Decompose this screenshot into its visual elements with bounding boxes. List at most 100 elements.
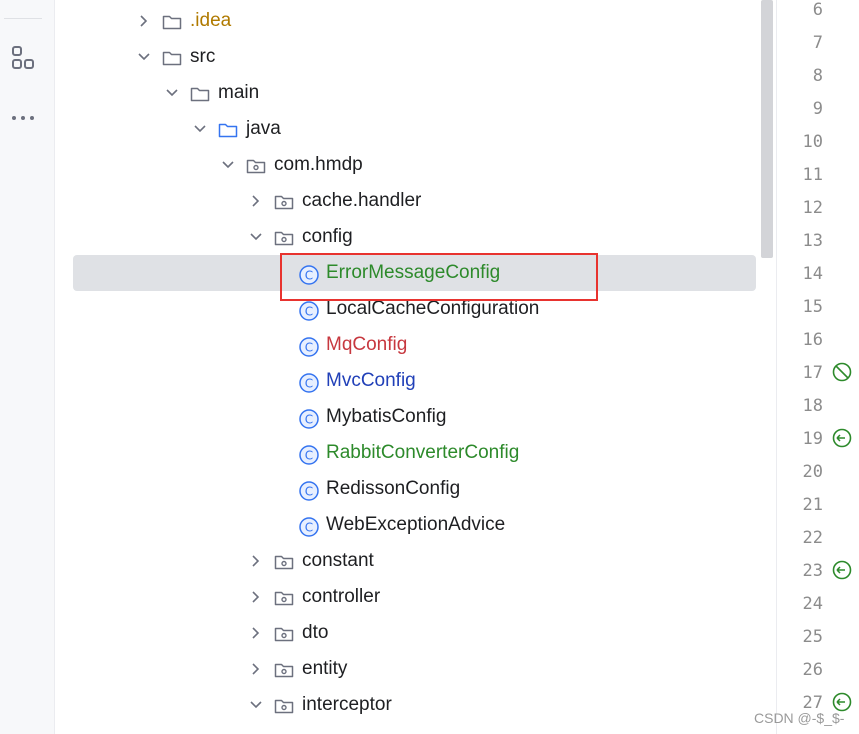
- tree-row-config[interactable]: config: [73, 219, 756, 255]
- line-number: 12: [802, 198, 823, 218]
- chevron-down-icon[interactable]: [249, 230, 263, 244]
- line-number: 14: [802, 264, 823, 284]
- no-bean-icon[interactable]: [831, 361, 853, 383]
- tree-row-entity[interactable]: entity: [73, 651, 756, 687]
- package-icon: [274, 624, 294, 644]
- tree-label: entity: [302, 658, 348, 679]
- line-number: 26: [802, 660, 823, 680]
- tree-label: MvcConfig: [326, 370, 416, 391]
- package-icon: [274, 552, 294, 572]
- folder-icon: [162, 12, 182, 32]
- package-icon: [274, 588, 294, 608]
- tree-label: java: [246, 118, 281, 139]
- tree-row-mqconfig[interactable]: C MqConfig: [73, 327, 756, 363]
- override-icon[interactable]: [831, 427, 853, 449]
- chevron-down-icon[interactable]: [165, 86, 179, 100]
- tree-row-constant[interactable]: constant: [73, 543, 756, 579]
- tree-label: LocalCacheConfiguration: [326, 298, 540, 319]
- tree-row-main[interactable]: main: [73, 75, 756, 111]
- line-number: 8: [812, 66, 823, 86]
- tree-row-java[interactable]: java: [73, 111, 756, 147]
- tree-label: RedissonConfig: [326, 478, 461, 499]
- chevron-down-icon[interactable]: [137, 50, 151, 64]
- class-icon: C: [298, 264, 319, 285]
- tree-row-idea[interactable]: .idea: [73, 3, 756, 39]
- folder-icon: [190, 84, 210, 104]
- structure-icon[interactable]: [10, 44, 38, 72]
- tree-row-interceptor[interactable]: interceptor: [73, 687, 756, 723]
- package-icon: [274, 192, 294, 212]
- source-folder-icon: [218, 120, 238, 140]
- tree-label: src: [190, 46, 216, 67]
- package-icon: [274, 660, 294, 680]
- tree-label: config: [302, 226, 353, 247]
- class-icon: C: [298, 300, 319, 321]
- folder-icon: [162, 48, 182, 68]
- override-icon[interactable]: [831, 559, 853, 581]
- tree-row-controller[interactable]: controller: [73, 579, 756, 615]
- tree-label: MqConfig: [326, 334, 408, 355]
- tree-row-mvcconfig[interactable]: C MvcConfig: [73, 363, 756, 399]
- package-icon: [274, 696, 294, 716]
- class-icon: C: [298, 408, 319, 429]
- class-icon: C: [298, 480, 319, 501]
- tree-row-rabbitconverterconfig[interactable]: C RabbitConverterConfig: [73, 435, 756, 471]
- project-tree: .idea src main java com.hmdp cache.handler con…: [55, 0, 760, 734]
- svg-text:C: C: [305, 521, 313, 535]
- tree-row-mybatisconfig[interactable]: C MybatisConfig: [73, 399, 756, 435]
- line-number: 13: [802, 231, 823, 251]
- svg-text:C: C: [305, 485, 313, 499]
- tree-label: RabbitConverterConfig: [326, 442, 520, 463]
- chevron-right-icon[interactable]: [137, 14, 151, 28]
- tree-row-redissonconfig[interactable]: C RedissonConfig: [73, 471, 756, 507]
- strip-divider: [4, 18, 42, 19]
- svg-text:C: C: [305, 377, 313, 391]
- line-number: 6: [812, 0, 823, 20]
- line-number: 10: [802, 132, 823, 152]
- line-number: 20: [802, 462, 823, 482]
- package-icon: [274, 228, 294, 248]
- tree-row-webexceptionadvice[interactable]: C WebExceptionAdvice: [73, 507, 756, 543]
- chevron-right-icon[interactable]: [249, 194, 263, 208]
- line-number: 23: [802, 561, 823, 581]
- tool-window-strip: [0, 0, 55, 734]
- line-number: 22: [802, 528, 823, 548]
- tree-row-errormessageconfig[interactable]: C ErrorMessageConfig: [73, 255, 756, 291]
- line-number: 19: [802, 429, 823, 449]
- chevron-right-icon[interactable]: [249, 662, 263, 676]
- tree-row-dto[interactable]: dto: [73, 615, 756, 651]
- line-number: 16: [802, 330, 823, 350]
- tree-label: interceptor: [302, 694, 392, 715]
- tree-label: dto: [302, 622, 329, 643]
- tree-label: controller: [302, 586, 381, 607]
- chevron-right-icon[interactable]: [249, 590, 263, 604]
- package-icon: [246, 156, 266, 176]
- tree-row-localcacheconfiguration[interactable]: C LocalCacheConfiguration: [73, 291, 756, 327]
- svg-text:C: C: [305, 305, 313, 319]
- class-icon: C: [298, 444, 319, 465]
- chevron-down-icon[interactable]: [249, 698, 263, 712]
- scrollbar-thumb[interactable]: [761, 0, 773, 258]
- line-number: 21: [802, 495, 823, 515]
- line-number: 25: [802, 627, 823, 647]
- svg-text:C: C: [305, 341, 313, 355]
- chevron-right-icon[interactable]: [249, 626, 263, 640]
- line-number: 17: [802, 363, 823, 383]
- tree-label: ErrorMessageConfig: [326, 262, 501, 283]
- tree-label: main: [218, 82, 260, 103]
- chevron-down-icon[interactable]: [221, 158, 235, 172]
- more-icon[interactable]: [10, 104, 38, 132]
- class-icon: C: [298, 372, 319, 393]
- tree-label: WebExceptionAdvice: [326, 514, 506, 535]
- line-number: 7: [812, 33, 823, 53]
- tree-label: cache.handler: [302, 190, 422, 211]
- tree-row-cache-handler[interactable]: cache.handler: [73, 183, 756, 219]
- line-number: 24: [802, 594, 823, 614]
- tree-label: .idea: [190, 10, 232, 31]
- line-number: 11: [802, 165, 823, 185]
- chevron-down-icon[interactable]: [193, 122, 207, 136]
- tree-row-com-hmdp[interactable]: com.hmdp: [73, 147, 756, 183]
- tree-row-src[interactable]: src: [73, 39, 756, 75]
- svg-text:C: C: [305, 449, 313, 463]
- chevron-right-icon[interactable]: [249, 554, 263, 568]
